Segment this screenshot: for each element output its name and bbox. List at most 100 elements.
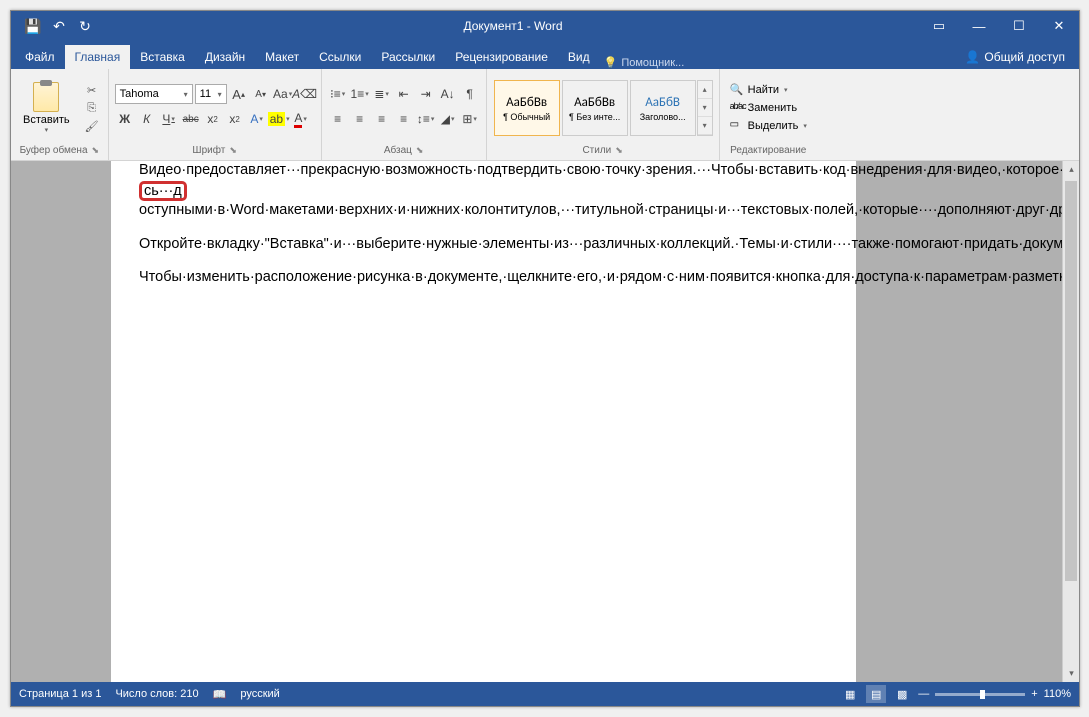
- paragraph-launcher[interactable]: ⬊: [416, 145, 424, 155]
- grow-font-icon[interactable]: A▴: [229, 84, 249, 104]
- numbering-icon[interactable]: 1≡: [350, 84, 370, 104]
- format-painter-icon[interactable]: 🖌: [82, 117, 102, 135]
- undo-icon[interactable]: ↶: [51, 18, 67, 34]
- align-center-icon[interactable]: ≡: [350, 109, 370, 129]
- italic-button[interactable]: К: [137, 109, 157, 129]
- bullets-icon[interactable]: ⁝≡: [328, 84, 348, 104]
- paste-button[interactable]: Вставить ▾: [17, 80, 76, 136]
- paste-label: Вставить: [23, 114, 70, 126]
- status-language[interactable]: русский: [240, 688, 279, 700]
- styles-launcher[interactable]: ⬊: [615, 145, 623, 155]
- zoom-out-button[interactable]: —: [918, 688, 929, 700]
- style-heading1[interactable]: АаБбВЗаголово...: [630, 80, 696, 136]
- status-bar: Страница 1 из 1 Число слов: 210 📖 русски…: [11, 682, 1079, 706]
- sort-icon[interactable]: A↓: [438, 84, 458, 104]
- bold-button[interactable]: Ж: [115, 109, 135, 129]
- group-font: Tahoma 11 A▴ A▾ Aa A⌫ Ж К Ч abc x2 x2: [109, 69, 322, 160]
- borders-icon[interactable]: ⊞: [460, 109, 480, 129]
- copy-icon[interactable]: ⎘: [82, 99, 102, 117]
- scroll-down-icon[interactable]: ▾: [1063, 665, 1079, 682]
- redo-icon[interactable]: ↻: [77, 18, 93, 34]
- tab-insert[interactable]: Вставка: [130, 45, 195, 69]
- replace-button[interactable]: Заменить: [726, 99, 811, 117]
- zoom-slider[interactable]: [935, 693, 1025, 696]
- font-launcher[interactable]: ⬊: [229, 145, 237, 155]
- paste-icon: [33, 82, 59, 112]
- font-color-icon[interactable]: A: [291, 109, 311, 129]
- tab-design[interactable]: Дизайн: [195, 45, 255, 69]
- indent-icon[interactable]: ⇥: [416, 84, 436, 104]
- status-page[interactable]: Страница 1 из 1: [19, 688, 101, 700]
- styles-scroll[interactable]: ▴▾▾: [697, 80, 713, 136]
- vertical-scrollbar[interactable]: ▴ ▾: [1062, 161, 1079, 682]
- clear-format-icon[interactable]: A⌫: [295, 84, 315, 104]
- print-layout-icon[interactable]: ▤: [866, 685, 886, 703]
- group-label-editing: Редактирование: [726, 144, 811, 157]
- group-editing: Найти Заменить Выделить Редактирование: [720, 69, 817, 160]
- align-right-icon[interactable]: ≡: [372, 109, 392, 129]
- strikethrough-button[interactable]: abc: [181, 109, 201, 129]
- minimize-button[interactable]: —: [959, 11, 999, 41]
- proofing-icon[interactable]: 📖: [213, 688, 227, 701]
- cut-icon[interactable]: ✂: [82, 81, 102, 99]
- maximize-button[interactable]: ☐: [999, 11, 1039, 41]
- scroll-thumb[interactable]: [1065, 181, 1077, 581]
- group-clipboard: Вставить ▾ ✂ ⎘ 🖌 Буфер обмена ⬊: [11, 69, 109, 160]
- web-layout-icon[interactable]: ▩: [892, 685, 912, 703]
- tab-file[interactable]: Файл: [15, 45, 65, 69]
- ribbon: Вставить ▾ ✂ ⎘ 🖌 Буфер обмена ⬊ Tahoma 11…: [11, 69, 1079, 161]
- ribbon-options-icon[interactable]: ▭: [919, 11, 959, 41]
- find-button[interactable]: Найти: [726, 81, 811, 99]
- group-label-paragraph: Абзац: [384, 145, 412, 156]
- underline-button[interactable]: Ч: [159, 109, 179, 129]
- group-paragraph: ⁝≡ 1≡ ≣ ⇤ ⇥ A↓ ¶ ≡ ≡ ≡ ≡ ↕≡ ◢: [322, 69, 487, 160]
- superscript-button[interactable]: x2: [225, 109, 245, 129]
- tab-review[interactable]: Рецензирование: [445, 45, 558, 69]
- shading-icon[interactable]: ◢: [438, 109, 458, 129]
- align-left-icon[interactable]: ≡: [328, 109, 348, 129]
- status-words[interactable]: Число слов: 210: [115, 688, 198, 700]
- read-mode-icon[interactable]: ▦: [840, 685, 860, 703]
- close-button[interactable]: ✕: [1039, 11, 1079, 41]
- style-normal[interactable]: АаБбВв¶ Обычный: [494, 80, 560, 136]
- align-justify-icon[interactable]: ≡: [394, 109, 414, 129]
- font-name-combo[interactable]: Tahoma: [115, 84, 193, 104]
- tab-layout[interactable]: Макет: [255, 45, 309, 69]
- tab-home[interactable]: Главная: [65, 45, 131, 69]
- highlight-icon[interactable]: ab: [269, 109, 289, 129]
- window-title: Документ1 - Word: [107, 19, 919, 33]
- share-button[interactable]: Общий доступ: [955, 45, 1075, 69]
- tab-mailings[interactable]: Рассылки: [371, 45, 445, 69]
- tab-references[interactable]: Ссылки: [309, 45, 371, 69]
- paragraph-3[interactable]: Чтобы·изменить·расположение·рисунка·в·до…: [139, 268, 828, 288]
- tell-me-input[interactable]: Помощник...: [604, 56, 685, 69]
- save-icon[interactable]: 💾: [25, 18, 41, 34]
- show-marks-icon[interactable]: ¶: [460, 84, 480, 104]
- clipboard-launcher[interactable]: ⬊: [92, 145, 100, 155]
- page[interactable]: Видео·предоставляет···прекрасную·возможн…: [111, 161, 856, 682]
- tab-view[interactable]: Вид: [558, 45, 600, 69]
- zoom-value[interactable]: 110%: [1044, 688, 1071, 700]
- titlebar: 💾 ↶ ↻ Документ1 - Word ▭ — ☐ ✕: [11, 11, 1079, 41]
- style-no-spacing[interactable]: АаБбВв¶ Без инте...: [562, 80, 628, 136]
- multilevel-icon[interactable]: ≣: [372, 84, 392, 104]
- scroll-up-icon[interactable]: ▴: [1063, 161, 1079, 178]
- change-case-icon[interactable]: Aa: [273, 84, 293, 104]
- font-size-combo[interactable]: 11: [195, 84, 227, 104]
- select-button[interactable]: Выделить: [726, 117, 811, 135]
- line-spacing-icon[interactable]: ↕≡: [416, 109, 436, 129]
- paragraph-1[interactable]: Видео·предоставляет···прекрасную·возможн…: [139, 161, 828, 221]
- group-label-clipboard: Буфер обмена: [20, 145, 88, 156]
- group-styles: АаБбВв¶ Обычный АаБбВв¶ Без инте... АаБб…: [487, 69, 720, 160]
- group-label-styles: Стили: [582, 145, 611, 156]
- shrink-font-icon[interactable]: A▾: [251, 84, 271, 104]
- ribbon-tabs: Файл Главная Вставка Дизайн Макет Ссылки…: [11, 41, 1079, 69]
- subscript-button[interactable]: x2: [203, 109, 223, 129]
- document-area[interactable]: Видео·предоставляет···прекрасную·возможн…: [11, 161, 1079, 682]
- zoom-in-button[interactable]: +: [1031, 688, 1037, 700]
- dedent-icon[interactable]: ⇤: [394, 84, 414, 104]
- text-effects-icon[interactable]: A: [247, 109, 267, 129]
- styles-gallery[interactable]: АаБбВв¶ Обычный АаБбВв¶ Без инте... АаБб…: [493, 75, 713, 141]
- paragraph-2[interactable]: Откройте·вкладку·"Вставка"·и···выберите·…: [139, 235, 828, 255]
- app-window: 💾 ↶ ↻ Документ1 - Word ▭ — ☐ ✕ Файл Глав…: [10, 10, 1080, 707]
